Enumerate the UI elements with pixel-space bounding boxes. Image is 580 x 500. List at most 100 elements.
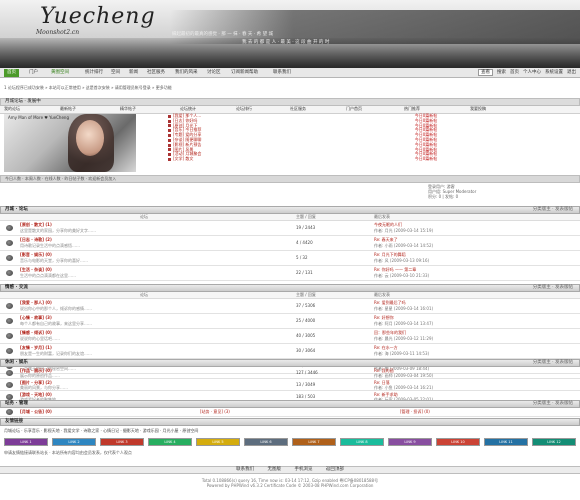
forum-desc: 说出你心中的那个人，倾诉你的感情…… bbox=[20, 306, 92, 311]
forum-count: 30 / 3064 bbox=[296, 348, 316, 353]
board-menu-item-4[interactable]: 论坛排行 bbox=[236, 106, 252, 112]
last-post-meta: 作者: 阿月 (2009-03-14 13:47) bbox=[374, 321, 434, 326]
friend-link-badge[interactable]: LINK 9 bbox=[388, 438, 432, 446]
friend-link-badge[interactable]: LINK 12 bbox=[532, 438, 576, 446]
section-header[interactable]: 站务 · 管理 分类版主 · 发表版帖 bbox=[0, 400, 580, 408]
nav-item-subscribe[interactable]: 订阅新闻帮助 bbox=[228, 69, 261, 77]
nav-item-portal[interactable]: 门户 bbox=[26, 69, 41, 77]
last-post-meta: 作者: 晨光 (2009-03-12 11:29) bbox=[374, 336, 434, 341]
forum-name-3[interactable]: [管理 · 投诉] (0) bbox=[400, 409, 430, 415]
friend-link-badge[interactable]: LINK 1 bbox=[4, 438, 48, 446]
list-item[interactable]: [文学] 散文 bbox=[168, 156, 264, 162]
footer-link-top[interactable]: 返回顶部 bbox=[326, 467, 344, 472]
breadcrumb[interactable]: 1 论坛程序已成功安装 » 本站可以正常使用 » 这是首次安装 » 请用管理员帐… bbox=[4, 85, 172, 91]
featured-photo[interactable]: Amy Man of More ♥ YueCheng bbox=[4, 114, 136, 172]
page-root: Yuecheng Moonshot2.cn 縁起最初的最真的感觉 · 那 一 抹… bbox=[0, 0, 580, 500]
nav-right-home[interactable]: 首页 bbox=[510, 69, 519, 77]
section-columns: 论坛 主题 / 回复 最后发表 bbox=[0, 214, 580, 221]
nav-item-contact[interactable]: 联系我们 bbox=[270, 69, 294, 77]
list-item[interactable]: 今日0篇新帖 bbox=[396, 156, 456, 162]
nav-select[interactable]: 查看 bbox=[478, 69, 493, 76]
board-menu-item-7[interactable]: 热门推荐 bbox=[404, 106, 420, 112]
board-menu-item-2[interactable]: 精华帖子 bbox=[120, 106, 136, 112]
nav-right-profile[interactable]: 个人中心 bbox=[523, 69, 541, 77]
forum-count: 25 / 4000 bbox=[296, 318, 316, 323]
forum-status-icon bbox=[6, 348, 13, 354]
nav-item-space[interactable]: 黄图空间 bbox=[48, 69, 72, 77]
forum-count: 13 / 3049 bbox=[296, 382, 316, 387]
friend-links-note: 申请友情链接请联系站长 · 本站所有内容均由会员发表，仅代表个人观点 bbox=[4, 450, 132, 455]
forum-desc: 用诗歌记录生活中的点滴感悟…… bbox=[20, 243, 80, 248]
forum-row[interactable]: [日志 · 诗歌] (2) 用诗歌记录生活中的点滴感悟…… 4 / 4420 R… bbox=[0, 236, 580, 251]
forum-section-3: 休闲 · 娱乐 分类版主 · 发表版帖 [作品 · 展示] (0) 展示你的原创… bbox=[0, 359, 580, 403]
friend-link-badge[interactable]: LINK 3 bbox=[100, 438, 144, 446]
friend-link-badge[interactable]: LINK 2 bbox=[52, 438, 96, 446]
nav-item-discuss[interactable]: 讨论区 bbox=[204, 69, 224, 77]
main-nav: 首页 门户 黄图空间 统计排行 空间 新闻 社区服务 我们的风采 讨论区 订阅新… bbox=[0, 68, 580, 78]
friend-link-badge[interactable]: LINK 10 bbox=[436, 438, 480, 446]
forum-row[interactable]: [我爱 · 那人] (0) 说出你心中的那个人，倾诉你的感情…… 37 / 53… bbox=[0, 299, 580, 314]
forum-row[interactable]: [作品 · 展示] (0) 展示你的原创作品…… 127 / 3446 Re: … bbox=[0, 367, 580, 379]
forum-name[interactable]: [月城 · 公告] (0) bbox=[20, 409, 52, 415]
latest-posts-list: [我爱] 那个人... [日志] 你好吗 [原创] 月光下 [音乐] 今日推荐 … bbox=[168, 113, 264, 162]
col-forum: 论坛 bbox=[140, 292, 148, 297]
forum-name-2[interactable]: [站务 · 意见] (3) bbox=[200, 409, 230, 415]
nav-item-style[interactable]: 我们的风采 bbox=[172, 69, 201, 77]
section-title: 站务 · 管理 bbox=[5, 401, 28, 406]
forum-row[interactable]: [情感 · 倾诉] (0) 说说你的心里话吧…… 40 / 3005 回：那些年… bbox=[0, 329, 580, 344]
board-menu-item-0[interactable]: 我的论坛 bbox=[4, 106, 20, 112]
board-menu: 我的论坛 最新帖子 精华帖子 论坛统计 论坛排行 社区服务 门户首页 热门推荐 … bbox=[0, 106, 580, 114]
nav-right-settings[interactable]: 系统设置 bbox=[545, 69, 563, 77]
forum-status-icon bbox=[6, 409, 13, 415]
forum-row[interactable]: [月城 · 公告] (0) [站务 · 意见] (3) [管理 · 投诉] (0… bbox=[0, 408, 580, 417]
forum-row[interactable]: [心情 · 故事] (3) 每个人都有自己的故事，来这里分享…… 25 / 40… bbox=[0, 314, 580, 329]
section-header[interactable]: 休闲 · 娱乐 分类版主 · 发表版帖 bbox=[0, 359, 580, 367]
friend-link-badge[interactable]: LINK 8 bbox=[340, 438, 384, 446]
section-header[interactable]: 月城 · 论坛 分类版主 · 发表版帖 bbox=[0, 206, 580, 214]
nav-item-home[interactable]: 首页 bbox=[4, 69, 19, 77]
friend-link-badge[interactable]: LINK 5 bbox=[196, 438, 240, 446]
board-menu-item-1[interactable]: 最新帖子 bbox=[60, 106, 76, 112]
forum-status-icon bbox=[6, 382, 13, 388]
friend-link-badge[interactable]: LINK 6 bbox=[244, 438, 288, 446]
forum-desc: 这里是散文的家园，分享你的美好文字…… bbox=[20, 228, 96, 233]
bullet-icon bbox=[168, 134, 171, 138]
forum-count: 19 / 2443 bbox=[296, 225, 316, 230]
forum-row[interactable]: [生活 · 杂谈] (0) 生活中的点点滴滴都在这里…… 22 / 131 Re… bbox=[0, 266, 580, 281]
forum-count: 37 / 5306 bbox=[296, 303, 316, 308]
forum-count: 40 / 3005 bbox=[296, 333, 316, 338]
forum-row[interactable]: [影音 · 娱乐] (0) 音乐与电影的天堂，分享你的喜好…… 5 / 32 R… bbox=[0, 251, 580, 266]
friend-links-text[interactable]: 月城论坛 · 乐享音乐 · 影视天地 · 我爱文学 · 诗歌之家 · 心情日记 … bbox=[4, 428, 576, 433]
forum-section-1: 月城 · 论坛 分类版主 · 发表版帖 论坛 主题 / 回复 最后发表 [原创 … bbox=[0, 206, 580, 281]
board-menu-item-3[interactable]: 论坛统计 bbox=[180, 106, 196, 112]
nav-item-news[interactable]: 新闻 bbox=[126, 69, 141, 77]
footer-link-contact[interactable]: 联系我们 bbox=[236, 467, 254, 472]
board-menu-item-6[interactable]: 门户首页 bbox=[346, 106, 362, 112]
nav-user-links: 查看 搜索 首页 个人中心 系统设置 退出 bbox=[478, 69, 576, 77]
site-logo[interactable]: Yuecheng bbox=[40, 4, 156, 30]
forum-status-icon bbox=[6, 370, 13, 376]
nav-item-blog[interactable]: 空间 bbox=[108, 69, 123, 77]
last-post-meta: 作者: 星星 (2009-03-14 16:01) bbox=[374, 306, 434, 311]
list-item-title[interactable]: [文学] 散文 bbox=[173, 156, 193, 162]
forum-row[interactable]: [友情 · 岁月] (1) 朋友是一生的财富，记录你们的友谊…… 30 / 30… bbox=[0, 344, 580, 359]
footer-link-mobile[interactable]: 手机浏览 bbox=[294, 467, 312, 472]
bullet-icon bbox=[168, 158, 171, 162]
site-banner: Yuecheng Moonshot2.cn 縁起最初的最真的感觉 · 那 一 抹… bbox=[0, 0, 580, 68]
nav-right-logout[interactable]: 退出 bbox=[567, 69, 576, 77]
nav-item-services[interactable]: 社区服务 bbox=[144, 69, 168, 77]
nav-item-stats[interactable]: 统计排行 bbox=[82, 69, 106, 77]
nav-right-search[interactable]: 搜索 bbox=[497, 69, 506, 77]
section-header-right: 分类版主 · 发表版帖 bbox=[532, 285, 573, 290]
forum-status-icon bbox=[6, 318, 13, 324]
forum-row[interactable]: [图片 · 分享] (2) 美丽的风景，与你分享…… 13 / 3049 Re:… bbox=[0, 379, 580, 391]
profile-line3: 积分: 0 | 发帖: 0 bbox=[428, 194, 459, 199]
friend-link-badge[interactable]: LINK 4 bbox=[148, 438, 192, 446]
friend-link-badge[interactable]: LINK 7 bbox=[292, 438, 336, 446]
friend-link-badge[interactable]: LINK 11 bbox=[484, 438, 528, 446]
forum-row[interactable]: [原创 · 散文] (1) 这里是散文的家园，分享你的美好文字…… 19 / 2… bbox=[0, 221, 580, 236]
section-header[interactable]: 情感 · 交流 分类版主 · 发表版帖 bbox=[0, 284, 580, 292]
board-menu-item-8[interactable]: 我要投稿 bbox=[470, 106, 486, 112]
board-menu-item-5[interactable]: 社区服务 bbox=[290, 106, 306, 112]
footer-link-lite[interactable]: 无图版 bbox=[268, 467, 282, 472]
